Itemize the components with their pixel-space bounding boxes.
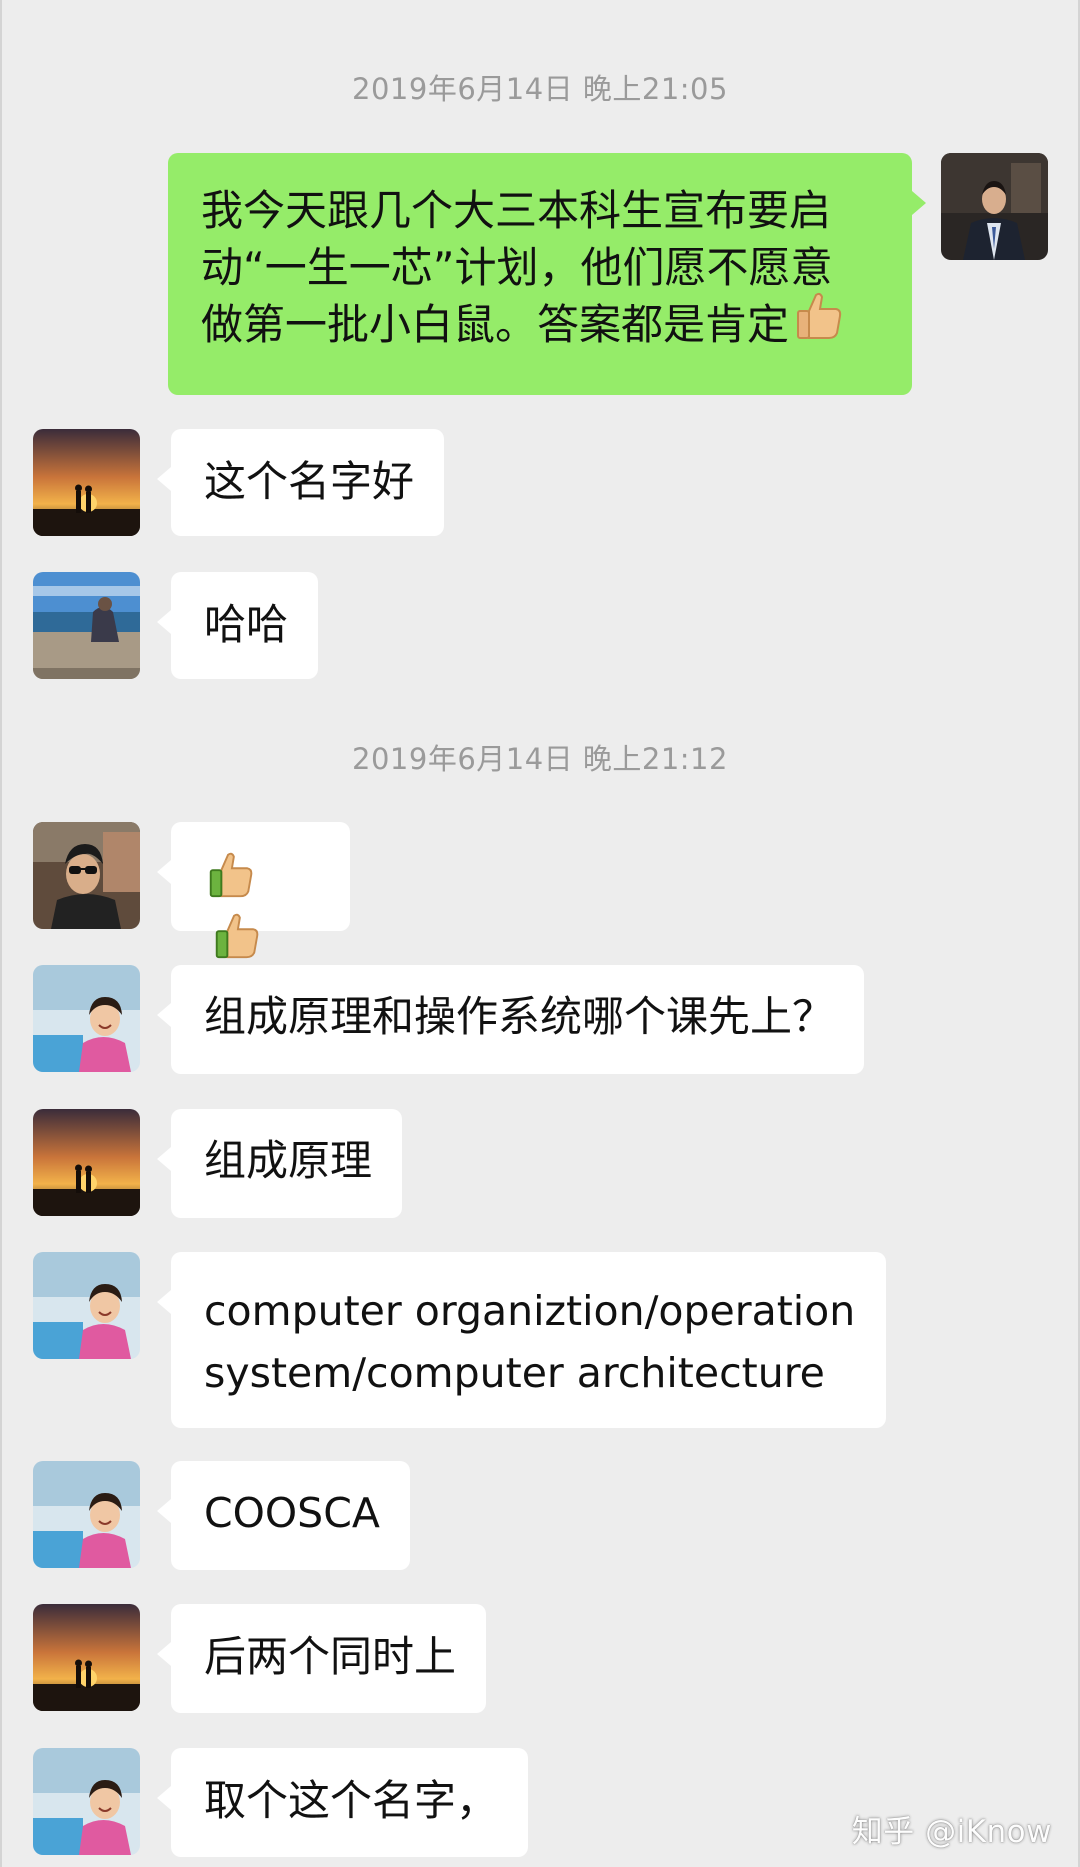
zhihu-watermark: 知乎 @iKnow xyxy=(851,1814,1052,1850)
message-bubble-outgoing[interactable]: 我今天跟几个大三本科生宣布要启 动“一生一芯”计划，他们愿不愿意 做第一批小白鼠… xyxy=(168,153,926,395)
avatar-girl-pink[interactable] xyxy=(33,1461,140,1568)
message-bubble-incoming[interactable]: 后两个同时上 xyxy=(156,1604,487,1713)
avatar-sunset-couple[interactable] xyxy=(33,429,140,536)
avatar-sender-suit-man[interactable] xyxy=(941,153,1048,260)
message-bubble-incoming[interactable] xyxy=(157,822,350,959)
message-line: 我今天跟几个大三本科生宣布要启 xyxy=(201,186,832,235)
message-text: 我今天跟几个大三本科生宣布要启 动“一生一芯”计划，他们愿不愿意 做第一批小白鼠… xyxy=(201,182,882,357)
message-line: 做第一批小白鼠。答案都是肯定 xyxy=(201,292,882,357)
timestamp: 2019年6月14日 晚上21:05 xyxy=(352,72,728,106)
message-text: 后两个同时上 xyxy=(204,1632,457,1681)
avatar-girl-pink[interactable] xyxy=(33,965,140,1072)
avatar-sunset-couple[interactable] xyxy=(33,1604,140,1711)
message-text: 取个这个名字， xyxy=(204,1776,499,1825)
message-bubble-incoming[interactable]: computer organiztion/operation system/co… xyxy=(157,1252,886,1428)
message-text: COOSCA xyxy=(204,1489,380,1537)
chat-window: 2019年6月14日 晚上21:05 我今天跟几个大三本科生宣布要启 动“一生一… xyxy=(0,0,1080,1867)
message-line: system/computer architecture xyxy=(204,1349,825,1397)
avatar-girl-pink[interactable] xyxy=(33,1252,140,1359)
message-text: computer organiztion/operation system/co… xyxy=(204,1280,866,1404)
message-text: 组成原理和操作系统哪个课先上？ xyxy=(204,992,835,1041)
thumbs-up-icon xyxy=(210,909,262,970)
message-line: 动“一生一芯”计划，他们愿不愿意 xyxy=(201,243,833,292)
message-bubble-incoming[interactable]: COOSCA xyxy=(157,1461,410,1570)
message-bubble-incoming[interactable]: 这个名字好 xyxy=(156,429,445,536)
avatar-girl-pink[interactable] xyxy=(33,1748,140,1855)
frame-edge-left xyxy=(0,0,2,1867)
message-text: 这个名字好 xyxy=(204,457,415,506)
thumbs-up-icon xyxy=(791,289,845,357)
message-bubble-incoming[interactable]: 组成原理和操作系统哪个课先上？ xyxy=(156,965,865,1074)
message-bubble-incoming[interactable]: 取个这个名字， xyxy=(156,1748,529,1857)
timestamp: 2019年6月14日 晚上21:12 xyxy=(352,742,728,776)
avatar-seaside-person[interactable] xyxy=(33,572,140,679)
message-line: computer organiztion/operation xyxy=(204,1287,856,1335)
thumbs-up-icon xyxy=(204,848,256,909)
message-bubble-incoming[interactable]: 组成原理 xyxy=(156,1109,403,1218)
message-line-text: 做第一批小白鼠。答案都是肯定 xyxy=(201,300,790,349)
message-bubble-incoming[interactable]: 哈哈 xyxy=(156,572,319,679)
message-text: 哈哈 xyxy=(204,600,289,649)
avatar-sunset-couple[interactable] xyxy=(33,1109,140,1216)
message-text: 组成原理 xyxy=(204,1136,373,1185)
avatar-man-sunglasses[interactable] xyxy=(33,822,140,929)
